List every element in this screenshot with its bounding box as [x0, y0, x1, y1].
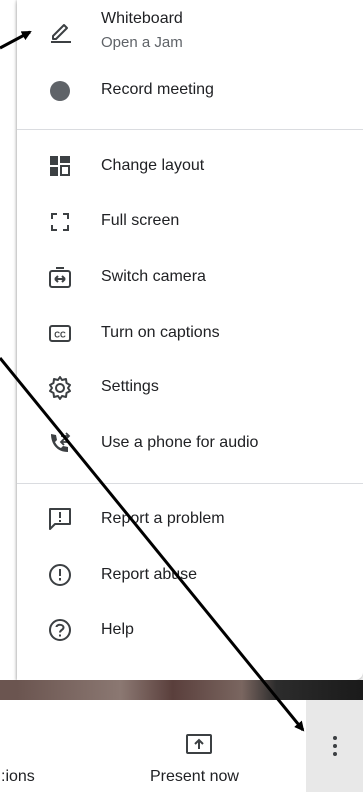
background-left: [0, 0, 17, 680]
layout-icon: [47, 153, 73, 179]
svg-text:CC: CC: [54, 331, 66, 340]
settings-label: Settings: [101, 378, 159, 395]
switch-camera-icon: [47, 265, 73, 291]
report-problem-label: Report a problem: [101, 510, 225, 527]
more-options-button[interactable]: [306, 700, 363, 792]
whiteboard-sublabel: Open a Jam: [101, 34, 183, 51]
menu-item-phone-audio[interactable]: Use a phone for audio: [17, 418, 363, 468]
captions-icon: CC: [47, 320, 73, 346]
present-now-icon[interactable]: [185, 733, 213, 755]
menu-divider: [17, 483, 363, 484]
menu-item-full-screen[interactable]: Full screen: [17, 197, 363, 247]
menu-item-report-abuse[interactable]: Report abuse: [17, 550, 363, 600]
captions-label: Turn on captions: [101, 324, 220, 341]
video-tile: [17, 680, 363, 700]
change-layout-label: Change layout: [101, 157, 205, 174]
menu-item-help[interactable]: Help: [17, 605, 363, 655]
switch-camera-label: Switch camera: [101, 268, 206, 285]
activities-button-label[interactable]: :ions: [1, 768, 35, 786]
alert-circle-icon: [47, 562, 73, 588]
menu-item-captions[interactable]: CC Turn on captions: [17, 308, 363, 358]
menu-item-settings[interactable]: Settings: [17, 363, 363, 413]
gear-icon: [47, 375, 73, 401]
help-label: Help: [101, 621, 134, 638]
feedback-icon: [47, 506, 73, 532]
pencil-icon: [47, 18, 73, 44]
phone-audio-icon: [47, 430, 73, 456]
menu-item-report-problem[interactable]: Report a problem: [17, 494, 363, 544]
record-dot-icon: [47, 78, 73, 104]
video-tile-left: [0, 680, 17, 700]
full-screen-label: Full screen: [101, 212, 180, 229]
menu-item-record-meeting[interactable]: Record meeting: [17, 66, 363, 116]
present-now-button[interactable]: Present now: [150, 768, 239, 786]
help-icon: [47, 617, 73, 643]
menu-divider: [17, 129, 363, 130]
report-abuse-label: Report abuse: [101, 566, 198, 583]
more-options-menu: Whiteboard Open a Jam Record meeting Cha…: [17, 0, 363, 680]
fullscreen-icon: [47, 209, 73, 235]
whiteboard-label: Whiteboard: [101, 10, 183, 27]
record-meeting-label: Record meeting: [101, 81, 214, 98]
menu-item-switch-camera[interactable]: Switch camera: [17, 253, 363, 303]
menu-item-change-layout[interactable]: Change layout: [17, 141, 363, 191]
phone-audio-label: Use a phone for audio: [101, 434, 259, 451]
menu-item-whiteboard[interactable]: Whiteboard Open a Jam: [17, 8, 363, 58]
more-vert-icon: [332, 736, 337, 740]
